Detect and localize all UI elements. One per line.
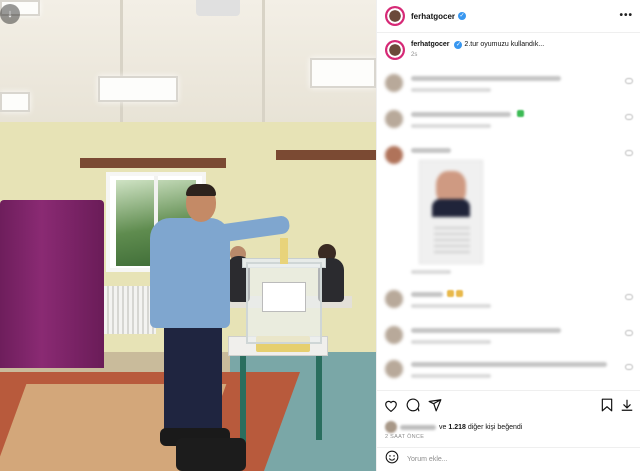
avatar[interactable] bbox=[385, 110, 403, 128]
likes-prefix: ve bbox=[439, 423, 447, 431]
voter-hair bbox=[186, 184, 216, 196]
emoji-icon bbox=[447, 290, 454, 297]
caption-text: ferhatgocer ✓ 2.tur oyumuzu kullandık... bbox=[411, 40, 544, 50]
wall-shelf bbox=[276, 150, 376, 160]
ceiling-lamp bbox=[98, 76, 178, 102]
projector bbox=[196, 0, 240, 16]
avatar bbox=[385, 421, 397, 433]
ballot-envelope bbox=[280, 238, 288, 264]
table-leg bbox=[316, 356, 322, 440]
wall-shelf bbox=[80, 158, 226, 168]
comment-image[interactable] bbox=[419, 160, 483, 264]
download-icon[interactable] bbox=[619, 397, 635, 413]
smile-icon[interactable] bbox=[385, 450, 399, 469]
emoji-icon bbox=[517, 110, 524, 117]
verified-icon: ✓ bbox=[458, 12, 467, 20]
list-item bbox=[385, 360, 633, 390]
ceiling-lamp bbox=[310, 58, 376, 88]
blurred-comment-meta bbox=[411, 124, 491, 128]
download-icon[interactable]: ↓ bbox=[0, 4, 20, 24]
ceiling-beam bbox=[120, 0, 123, 122]
list-item bbox=[385, 146, 633, 286]
caption-time: 2s bbox=[411, 52, 418, 58]
heart-icon[interactable] bbox=[625, 294, 633, 300]
blurred-comment bbox=[411, 292, 443, 297]
comment-input[interactable]: Yorum ekle... bbox=[407, 456, 448, 463]
post-time: 2 SAAT ÖNCE bbox=[385, 434, 425, 440]
blurred-comment bbox=[411, 112, 511, 117]
voting-booth bbox=[0, 200, 104, 368]
radiator bbox=[104, 286, 156, 334]
blurred-username bbox=[400, 424, 436, 430]
likes-summary[interactable]: ve 1.218 diğer kişi beğendi bbox=[385, 421, 522, 433]
share-icon[interactable] bbox=[427, 397, 443, 413]
likes-count: 1.218 bbox=[448, 423, 466, 431]
emoji-icon bbox=[456, 290, 463, 297]
add-comment-bar: Yorum ekle... bbox=[377, 447, 640, 471]
blurred-comment bbox=[411, 76, 561, 81]
bag bbox=[176, 438, 246, 471]
avatar[interactable] bbox=[385, 290, 403, 308]
caption-username[interactable]: ferhatgocer bbox=[411, 41, 450, 48]
ceiling-lamp bbox=[0, 92, 30, 112]
avatar[interactable] bbox=[385, 326, 403, 344]
post-actions: ve 1.218 diğer kişi beğendi 2 SAAT ÖNCE … bbox=[377, 390, 640, 470]
heart-icon[interactable] bbox=[625, 150, 633, 156]
heart-icon[interactable] bbox=[625, 78, 633, 84]
verified-icon: ✓ bbox=[454, 41, 463, 49]
blurred-comment-meta bbox=[411, 304, 491, 308]
voter-legs bbox=[164, 318, 222, 436]
comments-list bbox=[377, 70, 640, 390]
avatar[interactable] bbox=[385, 40, 405, 60]
post-photo[interactable]: ↓ bbox=[0, 0, 376, 471]
ceiling-beam bbox=[262, 0, 265, 122]
list-item bbox=[385, 110, 633, 140]
blurred-comment bbox=[411, 148, 451, 153]
avatar[interactable] bbox=[385, 74, 403, 92]
username[interactable]: ferhatgocer bbox=[411, 12, 455, 21]
caption: ferhatgocer ✓ 2.tur oyumuzu kullandık...… bbox=[385, 40, 635, 60]
blurred-comment bbox=[411, 328, 561, 333]
blurred-comment-meta bbox=[411, 88, 491, 92]
post-header: ferhatgocer ✓ ••• bbox=[377, 0, 640, 33]
likes-suffix: diğer kişi beğendi bbox=[467, 423, 523, 431]
blurred-comment bbox=[411, 362, 607, 367]
avatar[interactable] bbox=[385, 146, 403, 164]
more-options-icon[interactable]: ••• bbox=[619, 10, 633, 21]
list-item bbox=[385, 74, 633, 104]
blurred-comment-meta bbox=[411, 270, 451, 274]
bookmark-icon[interactable] bbox=[599, 397, 615, 413]
heart-icon[interactable] bbox=[625, 330, 633, 336]
comment-icon[interactable] bbox=[405, 397, 421, 413]
ballot-box-label bbox=[262, 282, 306, 312]
heart-icon[interactable] bbox=[383, 397, 399, 413]
list-item bbox=[385, 326, 633, 356]
caption-body: 2.tur oyumuzu kullandık... bbox=[464, 41, 545, 48]
instagram-post: ↓ ferhatgocer ✓ ••• ferhatgocer ✓ 2.tur … bbox=[0, 0, 640, 471]
blurred-comment-meta bbox=[411, 340, 491, 344]
heart-icon[interactable] bbox=[625, 364, 633, 370]
post-sidebar: ferhatgocer ✓ ••• ferhatgocer ✓ 2.tur oy… bbox=[376, 0, 640, 471]
list-item bbox=[385, 290, 633, 320]
blurred-comment-meta bbox=[411, 374, 491, 378]
heart-icon[interactable] bbox=[625, 114, 633, 120]
avatar[interactable] bbox=[385, 360, 403, 378]
avatar[interactable] bbox=[385, 6, 405, 26]
